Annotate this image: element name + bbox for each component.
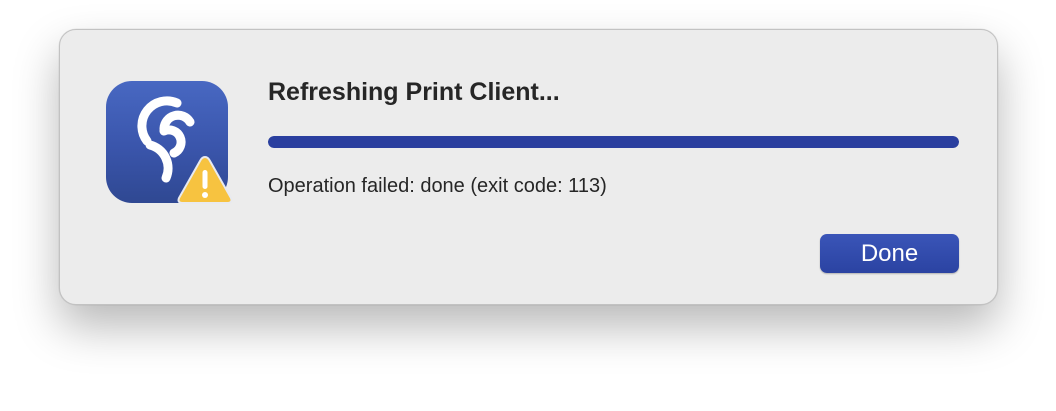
status-message: Operation failed: done (exit code: 113) — [268, 175, 607, 197]
warning-icon — [176, 154, 234, 206]
done-button[interactable]: Done — [820, 234, 959, 273]
progress-bar-fill — [268, 136, 959, 148]
dialog-title: Refreshing Print Client... — [268, 78, 560, 106]
screen: Refreshing Print Client... Operation fai… — [0, 0, 1056, 411]
app-icon-group — [106, 81, 236, 211]
progress-bar — [268, 136, 959, 148]
progress-dialog: Refreshing Print Client... Operation fai… — [59, 29, 998, 305]
